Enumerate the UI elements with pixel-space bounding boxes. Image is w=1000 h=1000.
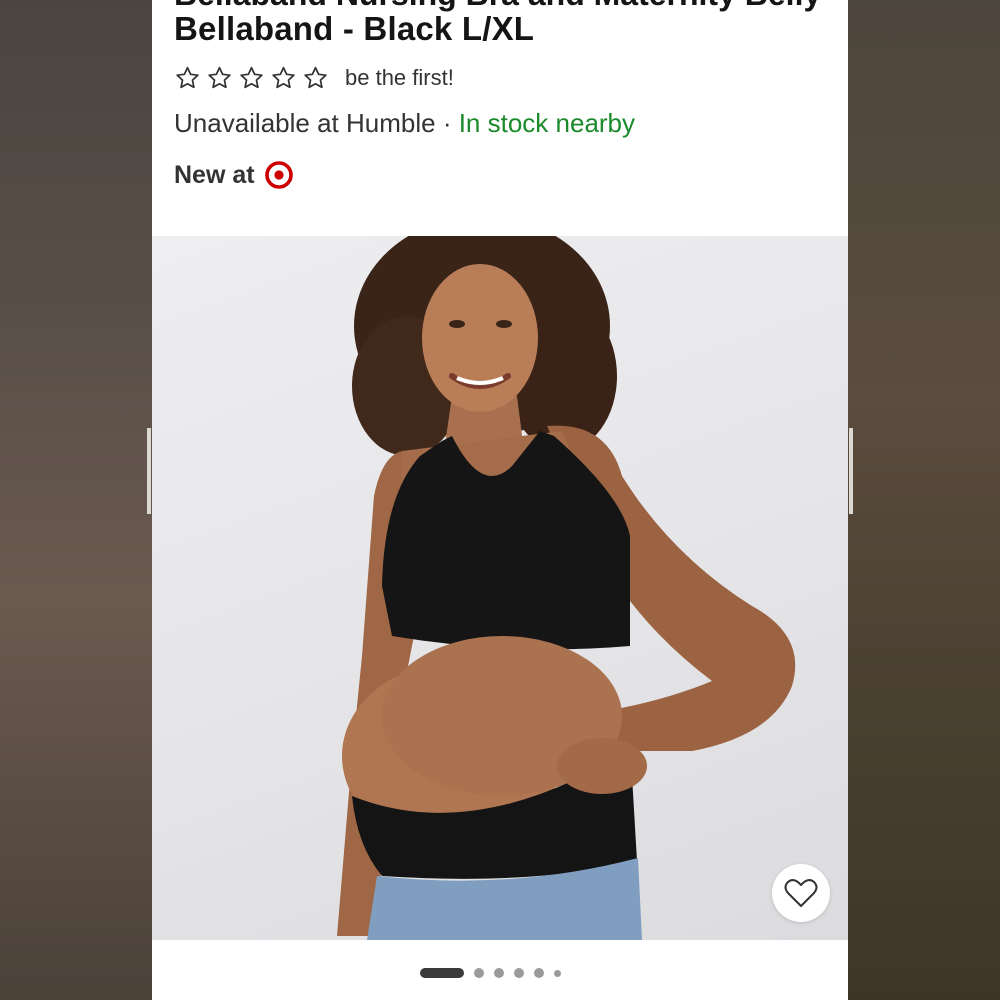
side-scroll-indicator-right (849, 428, 853, 514)
new-at-badge: New at (174, 158, 293, 192)
image-carousel-pagination[interactable] (420, 966, 561, 980)
side-scroll-indicator-left (147, 428, 151, 514)
model-photo-illustration (337, 236, 796, 940)
star-outline-icon (302, 65, 329, 91)
new-at-label: New at (174, 160, 255, 189)
background-right (848, 0, 1000, 1000)
in-stock-nearby-link[interactable]: In stock nearby (459, 108, 635, 138)
background-left (0, 0, 152, 1000)
carousel-dot[interactable] (554, 969, 561, 977)
star-outline-icon (174, 65, 201, 91)
star-rating (174, 65, 329, 91)
star-outline-icon (238, 65, 265, 91)
carousel-dot[interactable] (514, 968, 524, 978)
availability-line: Unavailable at Humble · In stock nearby (174, 108, 635, 139)
rating-row[interactable]: be the first! (174, 62, 454, 94)
store-availability: Unavailable at Humble (174, 108, 436, 138)
carousel-dot[interactable] (474, 968, 484, 978)
heart-outline-icon (784, 879, 818, 907)
carousel-dot[interactable] (494, 968, 504, 978)
star-outline-icon (270, 65, 297, 91)
target-bullseye-icon (264, 161, 293, 189)
product-image[interactable] (152, 236, 848, 940)
favorite-button[interactable] (772, 864, 830, 922)
carousel-dot[interactable] (534, 968, 544, 978)
star-outline-icon (206, 65, 233, 91)
availability-separator: · (435, 108, 459, 138)
rating-prompt-link[interactable]: be the first! (345, 65, 454, 91)
product-card: Bellaband Nursing Bra and Maternity Bell… (152, 0, 848, 1000)
carousel-dot-active[interactable] (420, 968, 464, 978)
product-title: Bellaband - Black L/XL (174, 10, 535, 47)
